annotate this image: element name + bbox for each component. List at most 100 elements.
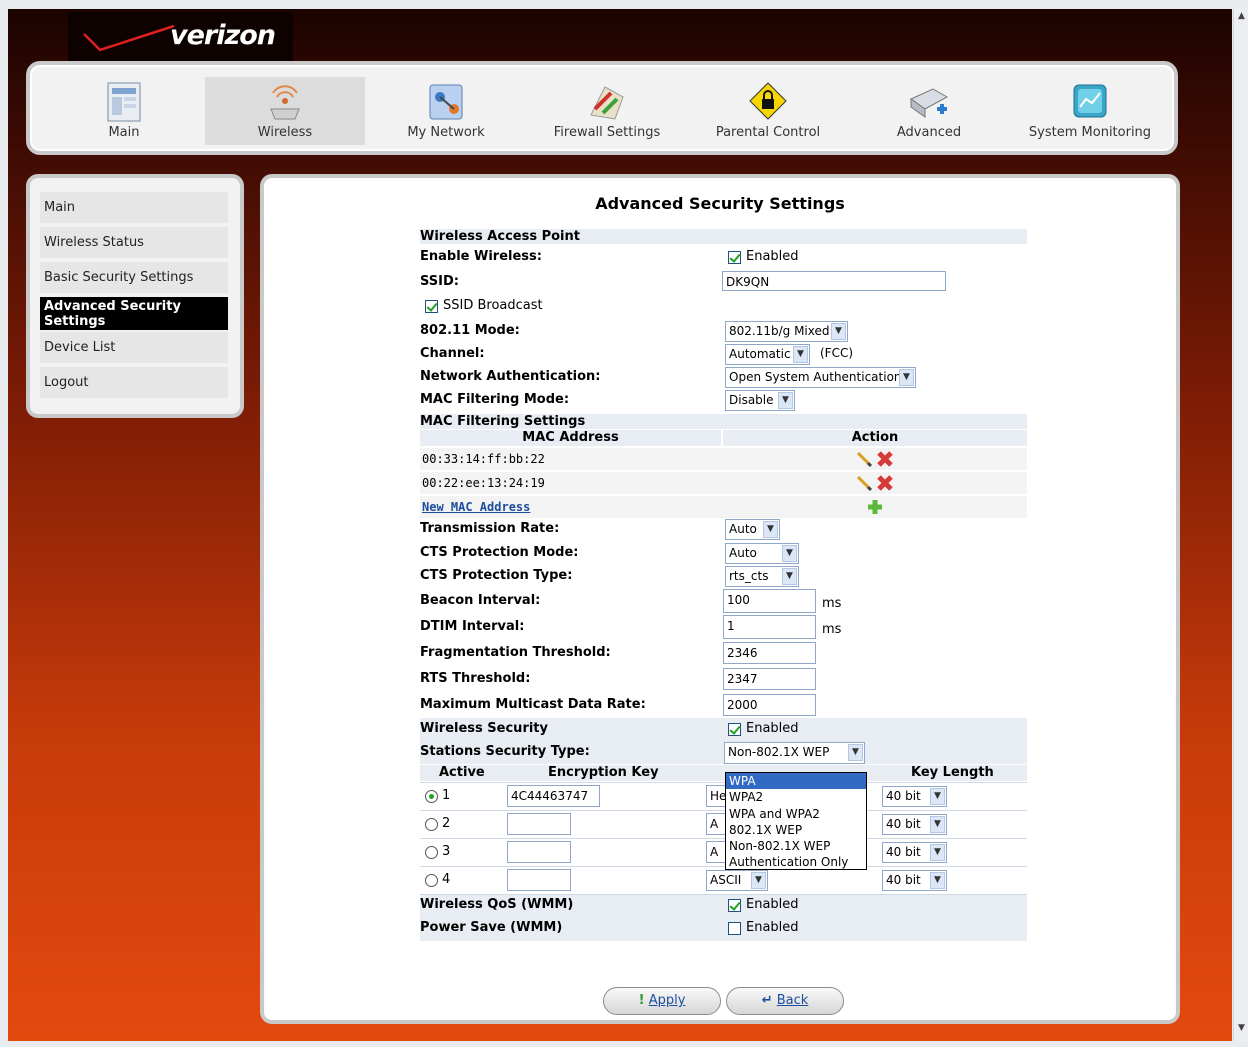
- wireless-security-checkbox[interactable]: [728, 723, 741, 736]
- wireless-icon: [270, 85, 300, 120]
- edit-pencil-icon[interactable]: [855, 450, 873, 468]
- vertical-scrollbar[interactable]: ▲ ▼: [1233, 9, 1248, 1041]
- channel-select[interactable]: Automatic ▼: [725, 344, 810, 365]
- key-length-select[interactable]: 40 bit ▼: [882, 870, 947, 891]
- chevron-down-icon: ▼: [751, 872, 766, 889]
- qos-text: Enabled: [746, 897, 799, 912]
- sidebar-item-device-list[interactable]: Device List: [40, 332, 228, 363]
- sidebar-item-main[interactable]: Main: [40, 192, 228, 223]
- page-title: Advanced Security Settings: [595, 194, 845, 213]
- key-length-select[interactable]: 40 bit ▼: [882, 842, 947, 863]
- key-table-header: Active Encryption Key Key Length: [420, 765, 1027, 781]
- key-length-select[interactable]: 40 bit ▼: [882, 814, 947, 835]
- key-number: 2: [442, 816, 451, 831]
- key-radio[interactable]: [425, 818, 438, 831]
- firewall-icon: [590, 86, 624, 120]
- power-save-text: Enabled: [746, 920, 799, 935]
- nav-firewall-settings[interactable]: Firewall Settings: [527, 77, 687, 145]
- key-input[interactable]: [507, 841, 571, 863]
- beacon-input[interactable]: 100: [723, 589, 816, 613]
- dropdown-option[interactable]: WPA and WPA2: [726, 806, 866, 822]
- frag-input[interactable]: 2346: [723, 642, 816, 664]
- sidebar-item-basic-security[interactable]: Basic Security Settings: [40, 262, 228, 293]
- key-entry-select[interactable]: He: [706, 785, 726, 807]
- nav-system-monitoring-label: System Monitoring: [1028, 125, 1152, 140]
- cts-type-select[interactable]: rts_cts ▼: [725, 566, 799, 587]
- back-button-label: Back: [776, 993, 809, 1008]
- auth-select-value: Open System Authentication: [729, 370, 902, 384]
- sidebar: Main Wireless Status Basic Security Sett…: [26, 174, 244, 418]
- nav-advanced[interactable]: Advanced: [849, 77, 1009, 145]
- sidebar-item-advanced-security[interactable]: Advanced Security Settings: [40, 297, 228, 330]
- ssid-label: SSID:: [420, 274, 459, 289]
- auth-select[interactable]: Open System Authentication ▼: [725, 367, 916, 388]
- mac-col-action: Action: [723, 430, 1027, 446]
- key-radio[interactable]: [425, 790, 438, 803]
- cts-mode-select[interactable]: Auto ▼: [725, 543, 799, 564]
- dropdown-option[interactable]: WPA2: [726, 789, 866, 805]
- key-radio[interactable]: [425, 874, 438, 887]
- ssid-broadcast-checkbox[interactable]: [425, 300, 438, 313]
- mac-mode-select[interactable]: Disable ▼: [725, 390, 795, 411]
- scroll-down-icon[interactable]: ▼: [1234, 1023, 1248, 1039]
- delete-icon[interactable]: [875, 473, 895, 493]
- table-row: 2 A 40 bit ▼: [420, 810, 1027, 838]
- rts-input[interactable]: 2347: [723, 668, 816, 690]
- delete-icon[interactable]: [875, 449, 895, 469]
- sidebar-item-logout[interactable]: Logout: [40, 367, 228, 398]
- tx-rate-label: Transmission Rate:: [420, 521, 560, 536]
- dropdown-option[interactable]: 802.1X WEP: [726, 822, 866, 838]
- beacon-unit: ms: [822, 596, 842, 611]
- key-input[interactable]: [507, 813, 571, 835]
- nav-my-network[interactable]: My Network: [366, 77, 526, 145]
- key-entry-select[interactable]: A: [706, 813, 726, 835]
- key-radio[interactable]: [425, 846, 438, 859]
- mode-select[interactable]: 802.11b/g Mixed ▼: [725, 321, 848, 342]
- nav-parental-control[interactable]: Parental Control: [688, 77, 848, 145]
- mcast-label: Maximum Multicast Data Rate:: [420, 697, 646, 712]
- mac-action-cell: [723, 448, 1027, 470]
- sidebar-item-wireless-status[interactable]: Wireless Status: [40, 227, 228, 258]
- chevron-down-icon: ▼: [782, 545, 797, 562]
- add-plus-icon[interactable]: [866, 498, 884, 516]
- qos-checkbox[interactable]: [728, 899, 741, 912]
- tx-rate-select[interactable]: Auto ▼: [725, 519, 780, 540]
- dtim-input[interactable]: 1: [723, 615, 816, 639]
- chevron-down-icon: ▼: [899, 369, 914, 386]
- key-length-select[interactable]: 40 bit ▼: [882, 786, 947, 807]
- key-input[interactable]: [507, 869, 571, 891]
- enable-wireless-checkbox[interactable]: [728, 251, 741, 264]
- channel-label: Channel:: [420, 346, 485, 361]
- cts-type-select-value: rts_cts: [729, 569, 769, 583]
- nav-main[interactable]: Main: [44, 77, 204, 145]
- dropdown-option[interactable]: WPA: [726, 773, 866, 790]
- key-entry-select[interactable]: ASCII ▼: [706, 870, 768, 891]
- apply-button[interactable]: ! Apply: [603, 987, 721, 1015]
- back-button[interactable]: ↵ Back: [726, 987, 844, 1015]
- power-save-label: Power Save (WMM): [420, 920, 563, 935]
- key-entry-select[interactable]: A: [706, 841, 726, 863]
- scroll-up-icon[interactable]: ▲: [1234, 11, 1248, 27]
- dropdown-option[interactable]: Non-802.1X WEP: [726, 838, 866, 854]
- chevron-down-icon: ▼: [930, 872, 945, 889]
- key-number: 3: [442, 844, 451, 859]
- security-type-select-value: Non-802.1X WEP: [728, 745, 830, 759]
- table-row: 4 ASCII ▼ 40 bit ▼: [420, 866, 1027, 895]
- nav-parental-label: Parental Control: [715, 125, 821, 140]
- top-navigation: Main Wireless My Network Firewall Settin…: [26, 61, 1178, 155]
- new-mac-address-link[interactable]: New MAC Address: [422, 500, 530, 514]
- wireless-security-label: Wireless Security: [420, 721, 548, 736]
- dropdown-option[interactable]: Authentication Only: [726, 854, 866, 870]
- edit-pencil-icon[interactable]: [855, 474, 873, 492]
- nav-system-monitoring[interactable]: System Monitoring: [1010, 77, 1170, 145]
- security-type-label: Stations Security Type:: [420, 744, 590, 759]
- mac-mode-label: MAC Filtering Mode:: [420, 392, 570, 407]
- mcast-input[interactable]: 2000: [723, 694, 816, 716]
- key-length-value: 40 bit: [886, 845, 921, 859]
- nav-wireless[interactable]: Wireless: [205, 77, 365, 145]
- ssid-input[interactable]: DK9QN: [722, 271, 946, 291]
- security-type-select[interactable]: Non-802.1X WEP ▼: [724, 742, 865, 764]
- power-save-checkbox[interactable]: [728, 922, 741, 935]
- key-input[interactable]: 4C44463747: [507, 785, 600, 807]
- dtim-label: DTIM Interval:: [420, 619, 525, 634]
